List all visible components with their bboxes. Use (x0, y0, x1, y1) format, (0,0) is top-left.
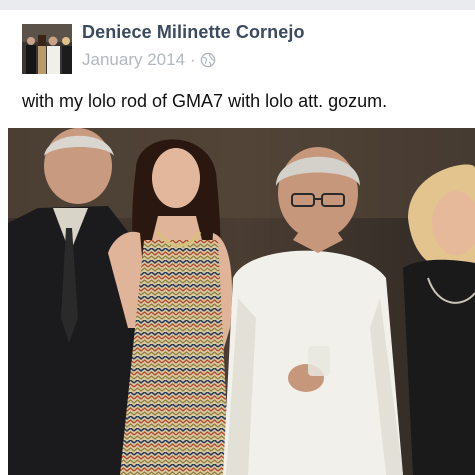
post-card: Deniece Milinette Cornejo January 2014 ·… (0, 0, 475, 475)
author-avatar[interactable] (22, 24, 72, 74)
post-date[interactable]: January 2014 (82, 50, 185, 70)
post-header: Deniece Milinette Cornejo January 2014 · (0, 10, 475, 76)
globe-icon (200, 52, 216, 68)
post-meta: January 2014 · (82, 50, 216, 70)
avatar-image (22, 24, 72, 74)
photo-image (8, 128, 475, 475)
feed-divider (0, 0, 475, 10)
post-caption: with my lolo rod of GMA7 with lolo att. … (22, 91, 388, 111)
meta-separator: · (190, 50, 196, 69)
author-name[interactable]: Deniece Milinette Cornejo (82, 22, 305, 43)
post-photo[interactable] (8, 128, 475, 475)
